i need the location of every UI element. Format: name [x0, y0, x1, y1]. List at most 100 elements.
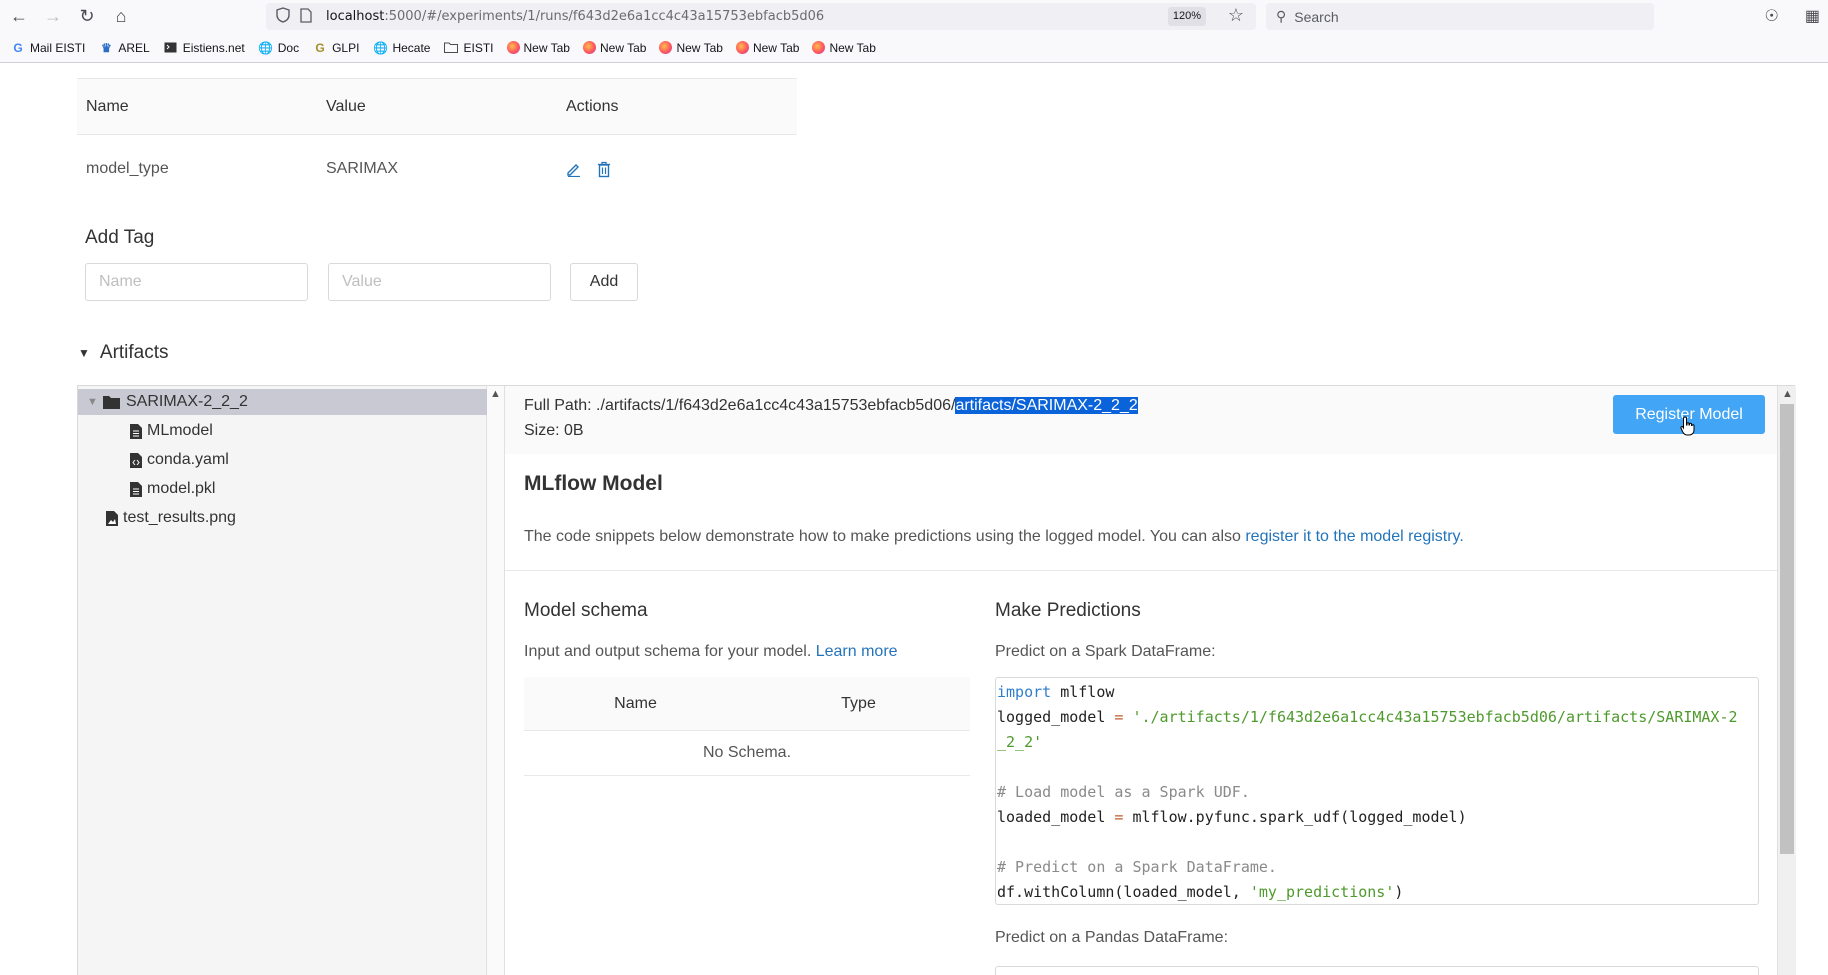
globe-icon: 🌐 [258, 40, 274, 55]
artifact-size: Size: 0B [524, 422, 584, 439]
bookmark-hecate[interactable]: 🌐 Hecate [372, 40, 431, 56]
add-tag-title: Add Tag [85, 227, 155, 248]
tag-name-placeholder: Name [99, 273, 142, 290]
tree-folder-sarimax[interactable]: ▼ SARIMAX-2_2_2 [78, 389, 487, 415]
viewer-scrollbar[interactable]: ▲ [1777, 386, 1796, 975]
firefox-icon [582, 41, 596, 54]
tag-name-input[interactable]: Name [85, 263, 308, 301]
tag-value-input[interactable]: Value [328, 263, 551, 301]
zoom-badge[interactable]: 120% [1167, 7, 1206, 26]
bookmark-arel[interactable]: ♛ AREL [98, 40, 150, 56]
bookmark-eisti-folder[interactable]: EISTI [443, 40, 494, 56]
predict-pandas-label: Predict on a Pandas DataFrame: [995, 929, 1229, 946]
scrollbar-thumb[interactable] [1780, 404, 1794, 854]
forward-icon[interactable]: → [38, 3, 68, 31]
glpi-icon: G [315, 40, 325, 55]
tree-item-label: SARIMAX-2_2_2 [126, 393, 248, 410]
schema-header-name: Name [614, 694, 657, 712]
tag-value-placeholder: Value [342, 273, 382, 290]
hand-cursor-icon [1680, 416, 1696, 441]
search-icon: ⚲ [1276, 8, 1287, 24]
register-registry-link[interactable]: register it to the model registry. [1245, 528, 1463, 545]
browser-toolbar: ← → ↻ ⌂ localhost:5000/#/experiments/1/r… [0, 0, 1828, 33]
predictions-title: Make Predictions [995, 600, 1141, 621]
back-icon[interactable]: ← [4, 3, 34, 31]
bookmark-new-tab[interactable]: New Tab [506, 41, 570, 55]
page-content: Name Value Actions model_type SARIMAX Ad… [0, 64, 1828, 975]
code-file-icon [130, 452, 142, 468]
search-bar[interactable]: ⚲ Search [1266, 3, 1654, 30]
intro-text: The code snippets below demonstrate how … [524, 528, 1464, 545]
spark-code-block[interactable]: import mlflow logged_model = './artifact… [995, 677, 1759, 905]
header-value: Value [326, 97, 366, 115]
artifact-browser: ▼ SARIMAX-2_2_2 MLmodel conda.yaml model… [77, 385, 1796, 975]
artifact-tree: ▼ SARIMAX-2_2_2 MLmodel conda.yaml model… [78, 386, 487, 975]
star-icon[interactable]: ☆ [1228, 5, 1244, 26]
caret-down-icon: ▼ [78, 346, 90, 360]
table-row: model_type SARIMAX [77, 135, 797, 203]
firefox-icon [812, 41, 826, 54]
learn-more-link[interactable]: Learn more [816, 643, 898, 660]
firefox-icon [506, 41, 520, 54]
pandas-code-block[interactable] [995, 966, 1759, 975]
tree-item-label: MLmodel [147, 422, 213, 439]
bookmark-new-tab[interactable]: New Tab [812, 41, 876, 55]
bookmark-doc[interactable]: 🌐 Doc [258, 40, 299, 56]
artifact-info: Full Path: ./artifacts/1/f643d2e6a1cc4c4… [505, 386, 1777, 454]
bookmark-new-tab[interactable]: New Tab [582, 41, 646, 55]
divider [505, 570, 1777, 571]
tree-file-mlmodel[interactable]: MLmodel [130, 418, 213, 444]
tree-item-label: test_results.png [123, 509, 236, 526]
google-icon: G [13, 40, 23, 55]
predict-spark-label: Predict on a Spark DataFrame: [995, 643, 1216, 660]
tags-table-header: Name Value Actions [77, 78, 797, 135]
firefox-icon [659, 41, 673, 54]
folder-icon [443, 40, 459, 56]
tree-scrollbar[interactable]: ▲ [487, 386, 505, 975]
extensions-icon[interactable]: ▦ [1805, 6, 1820, 26]
file-icon [130, 423, 142, 439]
tree-file-model-pkl[interactable]: model.pkl [130, 476, 215, 502]
arel-icon: ♛ [100, 40, 112, 55]
artifacts-section-toggle[interactable]: ▼ Artifacts [78, 342, 169, 364]
bookmark-new-tab[interactable]: New Tab [735, 41, 799, 55]
edit-icon[interactable] [566, 161, 582, 177]
tags-table: Name Value Actions model_type SARIMAX [77, 78, 797, 203]
url-bar[interactable]: localhost:5000/#/experiments/1/runs/f643… [266, 3, 1256, 30]
page-icon[interactable] [300, 7, 316, 26]
globe-icon: 🌐 [372, 40, 388, 55]
tree-expand-icon[interactable]: ▼ [87, 396, 101, 408]
schema-table-header: Name Type [524, 677, 970, 731]
artifact-viewer: Full Path: ./artifacts/1/f643d2e6a1cc4c4… [505, 386, 1777, 975]
image-file-icon [106, 510, 118, 526]
bookmark-new-tab[interactable]: New Tab [659, 41, 723, 55]
add-tag-button[interactable]: Add [570, 263, 638, 301]
folder-icon [103, 395, 120, 409]
scroll-up-icon[interactable]: ▲ [490, 388, 501, 400]
bookmark-mail-eisti[interactable]: G Mail EISTI [10, 40, 85, 56]
url-text[interactable]: localhost:5000/#/experiments/1/runs/f643… [326, 9, 824, 24]
shield-icon[interactable] [276, 7, 292, 26]
reload-icon[interactable]: ↻ [72, 3, 102, 31]
scroll-up-icon[interactable]: ▲ [1782, 388, 1793, 400]
selected-path-text[interactable]: artifacts/SARIMAX-2_2_2 [955, 397, 1138, 414]
pocket-icon[interactable]: ☉ [1765, 6, 1779, 26]
file-icon [130, 481, 142, 497]
model-title: MLflow Model [524, 472, 663, 495]
tree-file-conda[interactable]: conda.yaml [130, 447, 229, 473]
terminal-icon [163, 40, 179, 56]
tag-value: SARIMAX [326, 160, 399, 177]
search-placeholder: Search [1294, 8, 1339, 25]
schema-empty: No Schema. [524, 731, 970, 776]
tree-file-test-results[interactable]: test_results.png [106, 505, 236, 531]
bookmark-glpi[interactable]: G GLPI [312, 40, 359, 56]
bookmark-eistiens[interactable]: Eistiens.net [163, 40, 245, 56]
bookmarks-bar: G Mail EISTI ♛ AREL Eistiens.net 🌐 Doc G GLP… [0, 33, 1828, 63]
header-name: Name [86, 97, 129, 115]
firefox-icon [735, 41, 749, 54]
schema-description: Input and output schema for your model. … [524, 643, 898, 660]
trash-icon[interactable] [596, 161, 612, 178]
full-path: Full Path: ./artifacts/1/f643d2e6a1cc4c4… [524, 397, 1138, 414]
tree-item-label: model.pkl [147, 480, 216, 497]
home-icon[interactable]: ⌂ [106, 3, 136, 31]
